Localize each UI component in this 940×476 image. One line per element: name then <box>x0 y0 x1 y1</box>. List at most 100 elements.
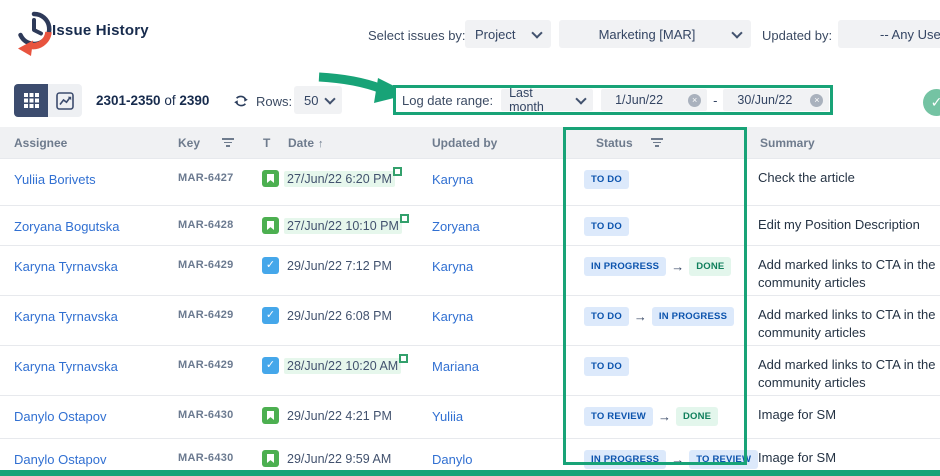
status-badge: TO DO <box>584 307 629 326</box>
status-badge: IN PROGRESS <box>651 307 735 326</box>
updated-by-link[interactable]: Mariana <box>432 346 552 374</box>
updated-by-value: -- Any Use <box>880 26 940 42</box>
status-badge: IN PROGRESS <box>584 450 667 469</box>
issue-history-screen: Issue History Select issues by: Project … <box>0 0 940 476</box>
updated-by-link[interactable]: Zoryana <box>432 206 552 234</box>
column-header-summary[interactable]: Summary <box>760 136 815 150</box>
issue-key-label: MAR-6429 <box>178 359 234 371</box>
grid-view-button[interactable] <box>14 84 48 117</box>
log-date-range-label: Log date range: <box>402 92 494 108</box>
status-cell: TO DO <box>584 206 750 236</box>
summary-text: Edit my Position Description <box>758 217 920 232</box>
assignee-link[interactable]: Zoryana Bogutska <box>14 206 164 234</box>
status-transition-arrow-icon: → <box>671 259 685 274</box>
updated-by-link[interactable]: Karyna <box>432 159 552 187</box>
column-header-date[interactable]: Date ↑ <box>288 136 324 150</box>
updated-by-link[interactable]: Karyna <box>432 296 552 324</box>
table-row[interactable]: Danylo Ostapov MAR-6430 ✓ 29/Jun/22 9:59… <box>0 438 940 476</box>
date-value: 29/Jun/22 4:21 PM <box>287 409 392 423</box>
assignee-link[interactable]: Karyna Tyrnavska <box>14 246 164 274</box>
check-icon: ✓ <box>930 94 940 110</box>
column-header-type[interactable]: T <box>263 136 270 150</box>
date-cell: 27/Jun/22 6:20 PM <box>284 159 424 187</box>
table-row[interactable]: Karyna Tyrnavska MAR-6429 ✓ 28/Jun/22 10… <box>0 345 940 395</box>
chevron-down-icon <box>324 92 337 105</box>
date-value: 27/Jun/22 10:10 PM <box>287 219 399 233</box>
summary-text: Add marked links to CTA in the community… <box>758 307 936 341</box>
table-header: Assignee Key T Date ↑ Updated by Status S… <box>0 127 940 158</box>
rows-label: Rows: <box>256 94 293 109</box>
table-row[interactable]: Zoryana Bogutska MAR-6428 ✓ 27/Jun/22 10… <box>0 205 940 245</box>
column-header-key[interactable]: Key <box>178 136 200 150</box>
issue-type-icon: ✓ <box>262 307 279 324</box>
issue-key-label: MAR-6428 <box>178 219 234 231</box>
summary-text: Check the article <box>758 170 855 185</box>
updated-by-dropdown[interactable]: -- Any Use <box>838 20 940 48</box>
column-header-assignee[interactable]: Assignee <box>14 136 67 150</box>
status-filter-icon[interactable] <box>650 138 663 148</box>
date-pin-icon <box>392 167 402 176</box>
story-bookmark-glyph <box>267 174 274 183</box>
status-badge: DONE <box>689 257 732 276</box>
issue-type-icon: ✓ <box>262 450 279 467</box>
updated-by-link[interactable]: Karyna <box>432 246 552 274</box>
column-header-updated-by[interactable]: Updated by <box>432 136 497 150</box>
date-cell: 29/Jun/22 9:59 AM <box>284 439 424 467</box>
select-by-dropdown[interactable]: Project <box>465 20 551 48</box>
rows-per-page-dropdown[interactable]: 50 <box>294 86 342 114</box>
status-badge: TO DO <box>584 357 629 376</box>
assignee-link[interactable]: Danylo Ostapov <box>14 439 164 467</box>
assignee-link[interactable]: Danylo Ostapov <box>14 396 164 424</box>
apply-filter-button[interactable]: ✓ <box>923 89 940 116</box>
key-filter-icon[interactable] <box>221 138 234 148</box>
updated-by-link[interactable]: Yuliia <box>432 396 552 424</box>
date-range-preset-dropdown[interactable]: Last month <box>501 86 594 114</box>
updated-by-link[interactable]: Danylo <box>432 439 552 467</box>
clear-date-from-icon[interactable]: × <box>688 93 702 107</box>
chevron-down-icon <box>575 92 587 105</box>
table-row[interactable]: Karyna Tyrnavska MAR-6429 ✓ 29/Jun/22 7:… <box>0 245 940 295</box>
date-pin-icon <box>399 214 409 223</box>
assignee-link[interactable]: Karyna Tyrnavska <box>14 346 164 374</box>
issue-type-icon: ✓ <box>262 407 279 424</box>
date-value: 29/Jun/22 9:59 AM <box>287 452 392 466</box>
rows-per-page-value: 50 <box>304 92 319 108</box>
status-badge: TO REVIEW <box>584 407 653 426</box>
summary-text: Add marked links to CTA in the community… <box>758 357 936 391</box>
column-header-status[interactable]: Status <box>596 136 633 150</box>
issue-key-label: MAR-6429 <box>178 309 234 321</box>
page-title: Issue History <box>52 22 149 39</box>
log-date-range-group: Log date range: Last month 1/Jun/22 × - … <box>393 85 833 115</box>
date-value: 28/Jun/22 10:20 AM <box>287 359 399 373</box>
table-body: Yuliia Borivets MAR-6427 ✓ 27/Jun/22 6:2… <box>0 158 940 476</box>
select-by-value: Project <box>475 26 516 42</box>
issue-key-label: MAR-6427 <box>178 172 234 184</box>
assignee-link[interactable]: Yuliia Borivets <box>14 159 164 187</box>
status-cell: IN PROGRESS → TO REVIEW <box>584 439 759 469</box>
issue-type-icon: ✓ <box>262 257 279 274</box>
status-cell: TO REVIEW → DONE <box>584 396 750 426</box>
refresh-icon[interactable] <box>233 93 249 109</box>
summary-text: Image for SM <box>758 450 837 465</box>
chevron-down-icon <box>731 26 743 39</box>
issue-type-icon: ✓ <box>262 357 279 374</box>
table-row[interactable]: Yuliia Borivets MAR-6427 ✓ 27/Jun/22 6:2… <box>0 158 940 205</box>
date-pin-icon <box>399 354 409 363</box>
project-dropdown[interactable]: Marketing [MAR] <box>559 20 751 48</box>
project-value: Marketing [MAR] <box>598 26 696 42</box>
task-check-glyph: ✓ <box>265 359 276 371</box>
date-from-input[interactable]: 1/Jun/22 × <box>601 89 708 111</box>
chart-icon <box>56 91 74 110</box>
status-badge: DONE <box>675 407 719 426</box>
date-to-input[interactable]: 30/Jun/22 × <box>723 89 830 111</box>
status-cell: TO DO <box>584 159 750 189</box>
chart-view-button[interactable] <box>48 84 82 117</box>
table-row[interactable]: Karyna Tyrnavska MAR-6429 ✓ 29/Jun/22 6:… <box>0 295 940 345</box>
issue-key-label: MAR-6430 <box>178 452 234 464</box>
status-badge: TO DO <box>584 170 629 189</box>
select-issues-by-label: Select issues by: <box>368 28 466 43</box>
table-row[interactable]: Danylo Ostapov MAR-6430 ✓ 29/Jun/22 4:21… <box>0 395 940 438</box>
clear-date-to-icon[interactable]: × <box>810 93 824 107</box>
assignee-link[interactable]: Karyna Tyrnavska <box>14 296 164 324</box>
date-to-value: 30/Jun/22 <box>737 93 793 107</box>
